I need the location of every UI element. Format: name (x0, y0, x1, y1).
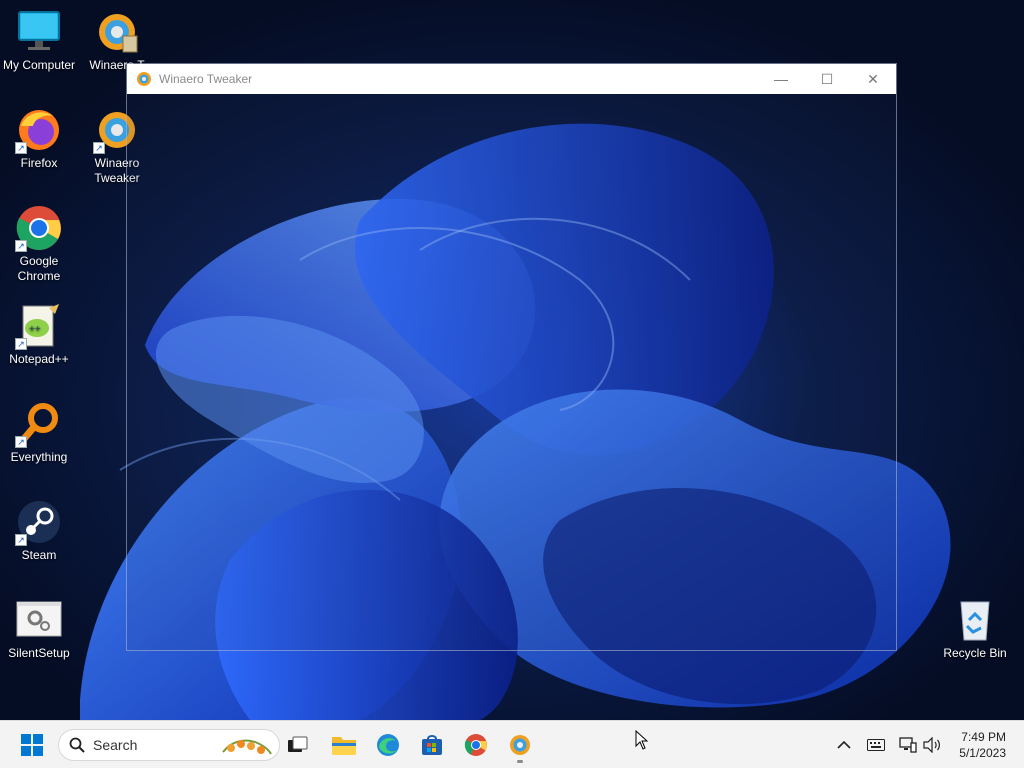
minimize-button[interactable]: — (758, 64, 804, 94)
edge-button[interactable] (368, 725, 408, 765)
taskbar-clock[interactable]: 7:49 PM 5/1/2023 (959, 729, 1006, 761)
mouse-cursor-icon (635, 730, 649, 750)
desktop-icon-label: SilentSetup (8, 646, 70, 660)
desktop-icon-silentsetup[interactable]: SilentSetup (0, 596, 78, 661)
clock-time: 7:49 PM (961, 730, 1006, 744)
volume-icon (923, 737, 940, 753)
monitor-icon (15, 8, 63, 56)
desktop-icon-label: Firefox (20, 156, 58, 170)
winaero-tweaker-window[interactable]: Winaero Tweaker — ☐ ✕ (126, 63, 897, 651)
desktop-icon-label: Everything (10, 450, 68, 464)
steam-icon: ↗ (15, 498, 63, 546)
microsoft-store-button[interactable] (412, 725, 452, 765)
chevron-up-icon (837, 740, 851, 749)
desktop-icon-label: Google Chrome (17, 254, 61, 283)
chrome-taskbar-button[interactable] (456, 725, 496, 765)
network-icon (899, 737, 917, 753)
task-view-button[interactable] (278, 725, 318, 765)
close-icon: ✕ (867, 70, 879, 87)
show-hidden-icons-button[interactable] (834, 735, 854, 755)
winaero-tweaker-icon (137, 72, 151, 86)
desktop-icon-notepad-plus-plus[interactable]: ++ ↗ Notepad++ (0, 302, 78, 367)
clock-date: 5/1/2023 (959, 746, 1006, 760)
chrome-icon: ↗ (15, 204, 63, 252)
close-button[interactable]: ✕ (850, 64, 896, 94)
desktop-icon-steam[interactable]: ↗ Steam (0, 498, 78, 563)
desktop-icon-label: My Computer (2, 58, 76, 72)
shortcut-arrow-icon: ↗ (15, 142, 27, 154)
winaero-tweaker-icon (93, 8, 141, 56)
desktop-icon-label: Notepad++ (9, 352, 69, 366)
shortcut-arrow-icon: ↗ (15, 534, 27, 546)
desktop-icon-my-computer[interactable]: My Computer (0, 8, 78, 73)
maximize-icon: ☐ (820, 70, 834, 87)
desktop-icon-google-chrome[interactable]: ↗ Google Chrome (0, 204, 78, 284)
window-content-area (127, 94, 896, 650)
shortcut-arrow-icon: ↗ (15, 436, 27, 448)
silentsetup-icon (15, 596, 63, 644)
taskbar-search-box[interactable]: Search (58, 729, 280, 761)
firefox-icon: ↗ (15, 106, 63, 154)
desktop-icon-everything[interactable]: ↗ Everything (0, 400, 78, 465)
winaero-tweaker-taskbar-button[interactable] (500, 725, 540, 765)
edge-icon (377, 734, 399, 756)
search-highlight-icon (222, 739, 272, 755)
notepad-plus-plus-icon: ++ ↗ (15, 302, 63, 350)
desktop-icon-label: Recycle Bin (943, 646, 1007, 660)
shortcut-arrow-icon: ↗ (15, 338, 27, 350)
shortcut-arrow-icon: ↗ (15, 240, 27, 252)
window-titlebar[interactable]: Winaero Tweaker — ☐ ✕ (127, 64, 896, 94)
svg-text:++: ++ (29, 324, 41, 335)
desktop-icon-label: Steam (21, 548, 57, 562)
search-label: Search (93, 737, 138, 753)
recycle-bin-icon (951, 596, 999, 644)
desktop-icon-recycle-bin[interactable]: Recycle Bin (936, 596, 1014, 661)
taskbar: Search 7:49 PM 5/1/2023 (0, 720, 1024, 768)
keyboard-button[interactable] (866, 735, 886, 755)
keyboard-icon (867, 739, 885, 751)
desktop-icon-firefox[interactable]: ↗ Firefox (0, 106, 78, 171)
running-indicator (517, 760, 523, 763)
shortcut-arrow-icon: ↗ (93, 142, 105, 154)
window-title: Winaero Tweaker (159, 72, 253, 86)
file-explorer-icon (332, 737, 356, 755)
microsoft-store-icon (422, 735, 442, 755)
task-view-icon (288, 736, 308, 752)
winaero-tweaker-icon (510, 735, 530, 755)
file-explorer-button[interactable] (324, 725, 364, 765)
chrome-icon (464, 734, 487, 756)
everything-search-icon: ↗ (15, 400, 63, 448)
network-button[interactable] (898, 735, 918, 755)
volume-button[interactable] (922, 735, 942, 755)
start-button[interactable] (12, 725, 52, 765)
maximize-button[interactable]: ☐ (804, 64, 850, 94)
search-icon (69, 737, 85, 753)
start-icon (21, 734, 43, 756)
minimize-icon: — (774, 71, 788, 87)
